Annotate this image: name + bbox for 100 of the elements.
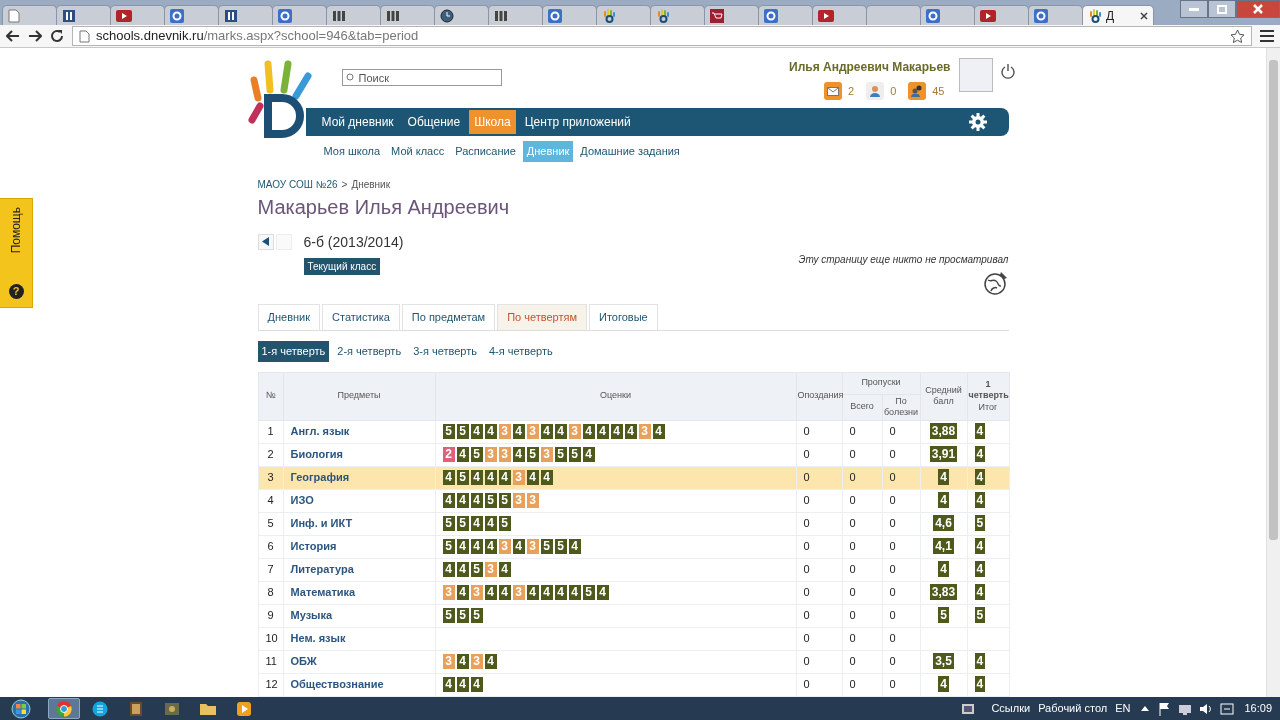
- grade-mark[interactable]: 4: [484, 516, 497, 531]
- back-icon[interactable]: [6, 30, 20, 42]
- settings-icon[interactable]: [968, 113, 987, 131]
- grade-mark[interactable]: 4: [526, 585, 539, 600]
- tab[interactable]: По предметам: [401, 303, 496, 330]
- subnav-item[interactable]: Домашние задания: [576, 141, 684, 162]
- grade-mark[interactable]: 5: [526, 447, 539, 462]
- grade-mark[interactable]: 5: [582, 585, 595, 600]
- breadcrumb-link[interactable]: МАОУ СОШ №26: [257, 176, 338, 192]
- browser-tab[interactable]: [812, 5, 867, 25]
- subject-link[interactable]: Музыка: [290, 609, 333, 622]
- grade-mark[interactable]: 5: [484, 493, 497, 508]
- volume-icon[interactable]: [1199, 701, 1214, 716]
- grade-mark[interactable]: 4: [484, 470, 497, 485]
- grade-mark[interactable]: 4: [596, 585, 609, 600]
- grade-mark[interactable]: 4: [582, 424, 595, 439]
- help-tab[interactable]: Помощь ?: [0, 198, 33, 308]
- grade-mark[interactable]: 5: [456, 470, 469, 485]
- quarter-link[interactable]: 3-я четверть: [409, 341, 481, 362]
- grade-mark[interactable]: 5: [456, 608, 469, 623]
- browser-tab[interactable]: [272, 5, 327, 25]
- subject-link[interactable]: Биология: [290, 448, 343, 461]
- grade-mark[interactable]: 5: [456, 516, 469, 531]
- grade-mark[interactable]: 4: [470, 516, 483, 531]
- subnav-item[interactable]: Мой класс: [387, 141, 449, 162]
- grade-mark[interactable]: 4: [470, 470, 483, 485]
- grade-mark[interactable]: 4: [554, 585, 567, 600]
- browser-tab[interactable]: [1028, 5, 1083, 25]
- grade-mark[interactable]: 4: [624, 424, 637, 439]
- grade-mark[interactable]: 5: [442, 608, 455, 623]
- monitor-icon[interactable]: [1220, 701, 1235, 716]
- grade-mark[interactable]: 4: [456, 562, 469, 577]
- browser-tab[interactable]: [56, 5, 111, 25]
- grade-mark[interactable]: 4: [456, 654, 469, 669]
- grade-mark[interactable]: 5: [456, 424, 469, 439]
- grade-mark[interactable]: 4: [456, 677, 469, 692]
- grade-mark[interactable]: 4: [484, 654, 497, 669]
- search-field[interactable]: Поиск: [341, 69, 502, 86]
- browser-tab[interactable]: [326, 5, 381, 25]
- grade-mark[interactable]: 4: [652, 424, 665, 439]
- taskbar-toolbar[interactable]: Ссылки: [991, 700, 1031, 717]
- quarter-link[interactable]: 1-я четверть: [257, 341, 330, 362]
- grade-mark[interactable]: 5: [554, 447, 567, 462]
- grade-mark[interactable]: 5: [498, 516, 511, 531]
- grade-mark[interactable]: 5: [554, 539, 567, 554]
- grade-mark[interactable]: 4: [456, 585, 469, 600]
- grade-mark[interactable]: 5: [442, 516, 455, 531]
- grade-mark[interactable]: 4: [484, 539, 497, 554]
- grade-mark[interactable]: 5: [470, 562, 483, 577]
- grade-mark[interactable]: 5: [498, 493, 511, 508]
- address-bar[interactable]: schools.dnevnik.ru/marks.aspx?school=946&tab=period: [72, 26, 1252, 46]
- minimize-button[interactable]: [1180, 0, 1208, 18]
- nav-item[interactable]: Мой дневник: [316, 110, 399, 134]
- grade-mark[interactable]: 4: [442, 470, 455, 485]
- subject-link[interactable]: ОБЖ: [290, 655, 317, 668]
- flag-icon[interactable]: [1157, 701, 1172, 716]
- browser-tab[interactable]: [920, 5, 975, 25]
- people-icon[interactable]: [908, 82, 927, 100]
- browser-tab[interactable]: [218, 5, 273, 25]
- tab[interactable]: По четвертям: [497, 303, 588, 330]
- person-icon[interactable]: [866, 82, 885, 100]
- grade-mark[interactable]: 4: [442, 562, 455, 577]
- browser-tab[interactable]: [434, 5, 489, 25]
- grade-mark[interactable]: 4: [568, 585, 581, 600]
- power-icon[interactable]: [1000, 64, 1015, 79]
- grade-mark[interactable]: 4: [512, 539, 525, 554]
- reload-icon[interactable]: [50, 29, 64, 43]
- menu-icon[interactable]: [1260, 30, 1274, 42]
- grade-mark[interactable]: 4: [540, 424, 553, 439]
- browser-tab[interactable]: [488, 5, 543, 25]
- grade-mark[interactable]: 4: [470, 539, 483, 554]
- browser-tab[interactable]: [110, 5, 165, 25]
- browser-tab[interactable]: [164, 5, 219, 25]
- grade-mark[interactable]: 5: [470, 447, 483, 462]
- subject-link[interactable]: История: [290, 540, 337, 553]
- scrollbar[interactable]: [1266, 48, 1280, 697]
- nav-item[interactable]: Центр приложений: [519, 110, 636, 134]
- nav-item[interactable]: Общение: [402, 110, 466, 134]
- tab[interactable]: Статистика: [322, 303, 400, 330]
- user-name[interactable]: Илья Андреевич Макарьев: [789, 58, 951, 76]
- browser-tab[interactable]: [758, 5, 813, 25]
- screen-icon[interactable]: [961, 702, 976, 715]
- forward-icon[interactable]: [28, 30, 42, 42]
- maximize-button[interactable]: [1208, 0, 1236, 18]
- previous-button[interactable]: [257, 233, 274, 250]
- grade-mark[interactable]: 5: [470, 608, 483, 623]
- quarter-link[interactable]: 2-я четверть: [333, 341, 406, 362]
- grade-mark[interactable]: 4: [498, 562, 511, 577]
- grade-mark[interactable]: 4: [596, 424, 609, 439]
- grade-mark[interactable]: 4: [470, 677, 483, 692]
- grade-mark[interactable]: 4: [442, 493, 455, 508]
- tab[interactable]: Дневник: [257, 303, 321, 330]
- grade-mark[interactable]: 4: [568, 539, 581, 554]
- grade-mark[interactable]: 4: [540, 585, 553, 600]
- grade-mark[interactable]: 4: [554, 424, 567, 439]
- browser-tab[interactable]: [380, 5, 435, 25]
- star-icon[interactable]: [1230, 28, 1245, 44]
- grade-mark[interactable]: 4: [610, 424, 623, 439]
- grade-mark[interactable]: 4: [484, 585, 497, 600]
- grade-mark[interactable]: 5: [442, 424, 455, 439]
